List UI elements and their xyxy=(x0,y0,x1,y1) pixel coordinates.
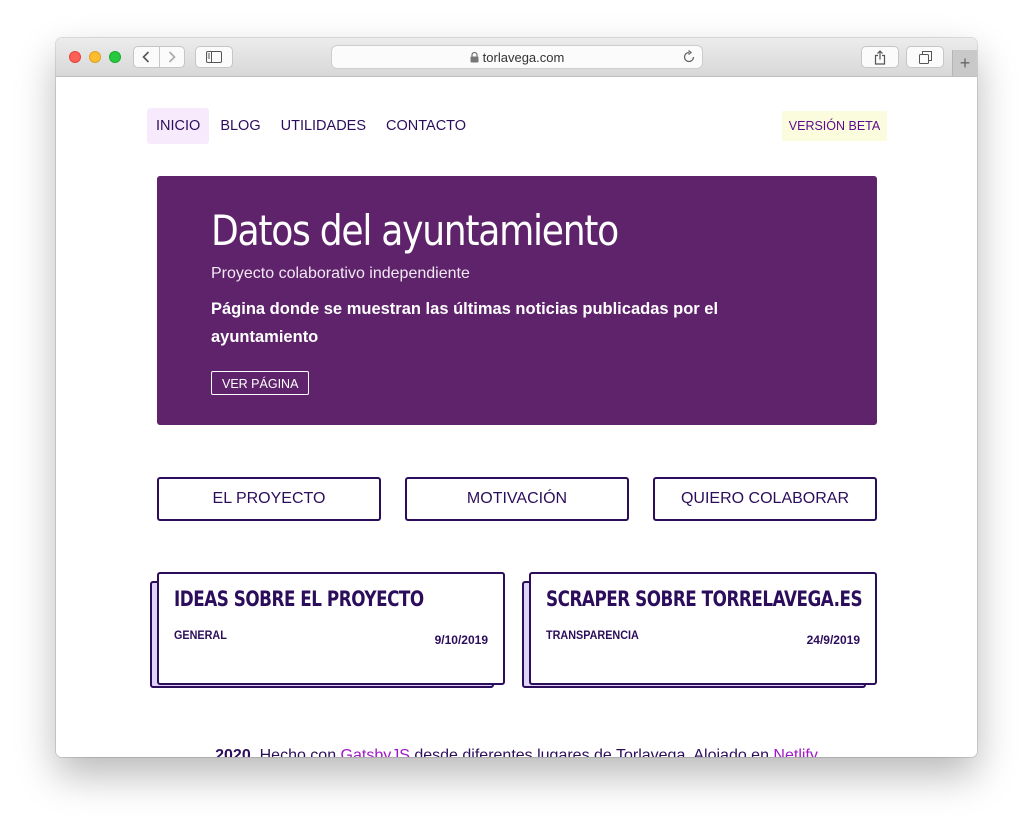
hero-title: Datos del ayuntamiento xyxy=(211,206,619,255)
motivation-button[interactable]: MOTIVACIÓN xyxy=(405,477,629,521)
nav-item-utilidades[interactable]: UTILIDADES xyxy=(272,108,375,144)
post-category: TRANSPARENCIA xyxy=(546,628,639,642)
footer-text: . Hecho con xyxy=(250,747,341,757)
post-date: 24/9/2019 xyxy=(806,633,860,647)
collaborate-button[interactable]: QUIERO COLABORAR xyxy=(653,477,877,521)
chevron-left-icon xyxy=(142,51,150,63)
post-category: GENERAL xyxy=(174,628,227,642)
browser-toolbar: torlavega.com + xyxy=(56,38,977,77)
browser-window: torlavega.com + INICIO BLOG UTILIDADES C… xyxy=(56,38,977,757)
action-buttons: EL PROYECTO MOTIVACIÓN QUIERO COLABORAR xyxy=(157,477,877,521)
back-button[interactable] xyxy=(134,47,159,67)
share-icon xyxy=(874,49,886,65)
sidebar-icon xyxy=(206,51,222,63)
tabs-icon xyxy=(918,50,932,64)
share-button[interactable] xyxy=(861,46,899,68)
nav-item-inicio[interactable]: INICIO xyxy=(147,108,210,144)
view-page-button[interactable]: VER PÁGINA xyxy=(211,371,310,395)
plus-icon: + xyxy=(959,52,971,73)
main-nav: INICIO BLOG UTILIDADES CONTACTO xyxy=(147,108,477,144)
forward-button[interactable] xyxy=(159,47,184,67)
sidebar-toggle-button[interactable] xyxy=(195,46,233,68)
address-bar[interactable]: torlavega.com xyxy=(331,45,703,69)
zoom-window-button[interactable] xyxy=(109,51,121,63)
page-footer: 2020. Hecho con GatsbyJS desde diferente… xyxy=(56,747,977,757)
lock-icon xyxy=(470,51,479,62)
close-window-button[interactable] xyxy=(69,51,81,63)
tab-overview-button[interactable] xyxy=(906,46,944,68)
post-date: 9/10/2019 xyxy=(434,633,488,647)
gatsby-link[interactable]: GatsbyJS xyxy=(341,747,410,757)
post-card[interactable]: SCRAPER SOBRE TORRELAVEGA.ES TRANSPARENC… xyxy=(522,572,878,690)
hero-banner: Datos del ayuntamiento Proyecto colabora… xyxy=(157,176,877,425)
web-page: INICIO BLOG UTILIDADES CONTACTO VERSIÓN … xyxy=(56,77,977,757)
netlify-link[interactable]: Netlify xyxy=(773,747,817,757)
nav-item-contacto[interactable]: CONTACTO xyxy=(377,108,475,144)
footer-year: 2020 xyxy=(215,747,251,757)
post-card-body[interactable]: SCRAPER SOBRE TORRELAVEGA.ES TRANSPARENC… xyxy=(529,572,877,685)
footer-text: desde diferentes lugares de Torlavega. A… xyxy=(409,747,774,757)
nav-item-blog[interactable]: BLOG xyxy=(211,108,269,144)
history-nav-group xyxy=(133,46,185,68)
chevron-right-icon xyxy=(168,51,176,63)
post-title[interactable]: IDEAS SOBRE EL PROYECTO xyxy=(174,587,424,611)
reload-icon[interactable] xyxy=(682,50,696,64)
minimize-window-button[interactable] xyxy=(89,51,101,63)
project-button[interactable]: EL PROYECTO xyxy=(157,477,381,521)
hero-description: Página donde se muestran las últimas not… xyxy=(211,300,719,346)
beta-badge: VERSIÓN BETA xyxy=(782,111,887,141)
post-card[interactable]: IDEAS SOBRE EL PROYECTO GENERAL 9/10/201… xyxy=(150,572,506,690)
hero-subtitle: Proyecto colaborativo independiente xyxy=(211,265,470,282)
new-tab-button[interactable]: + xyxy=(952,50,977,76)
post-title[interactable]: SCRAPER SOBRE TORRELAVEGA.ES xyxy=(546,587,863,611)
address-text: torlavega.com xyxy=(482,49,565,65)
post-card-body[interactable]: IDEAS SOBRE EL PROYECTO GENERAL 9/10/201… xyxy=(157,572,505,685)
